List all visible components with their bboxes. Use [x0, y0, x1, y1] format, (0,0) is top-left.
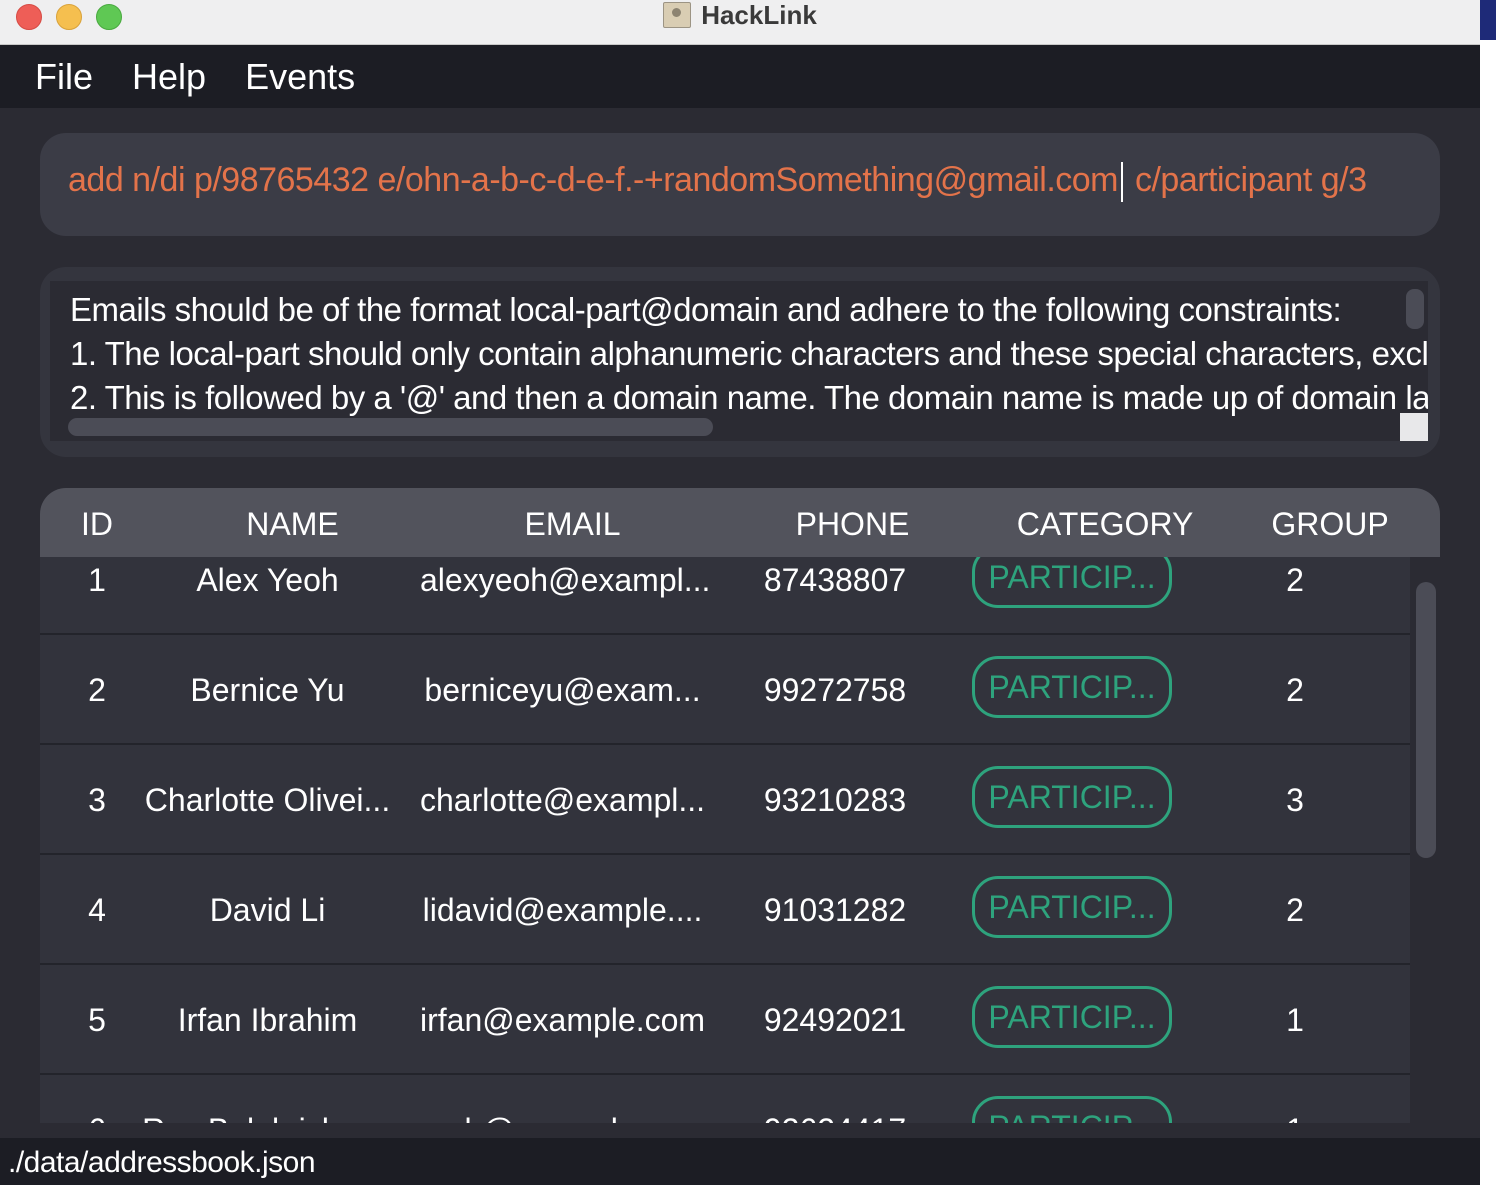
cell-phone: 91031282 [763, 892, 907, 928]
menu-file[interactable]: File [35, 56, 93, 98]
person-table: 1 Alex Yeoh alexyeoh@exampl... 87438807 2 PAR… [40, 488, 1440, 1123]
title-bar: HackLink [0, 0, 1480, 45]
cell-group: 1 [1286, 1002, 1304, 1038]
result-display: Emails should be of the format local-par… [40, 267, 1440, 457]
cell-name: Roy Balakrishnan [140, 1075, 395, 1123]
scroll-corner [1400, 413, 1428, 441]
cell-email: irfan@example.com [420, 1002, 706, 1038]
cell-name: David Li [209, 892, 326, 928]
menu-events[interactable]: Events [245, 56, 355, 98]
title-group: HackLink [0, 0, 1480, 30]
category-badge: PARTICIP... [972, 1096, 1172, 1123]
command-text-after-caret: c/participant g/3 [1126, 161, 1367, 199]
cell-id: 3 [88, 782, 106, 818]
cell-email: royb@example.com [420, 1075, 705, 1123]
menu-help[interactable]: Help [132, 56, 206, 98]
result-line: 1. The local-part should only contain al… [70, 335, 1428, 372]
cell-phone: 99272758 [763, 672, 907, 708]
result-text-area[interactable]: Emails should be of the format local-par… [50, 281, 1428, 441]
cell-id: 5 [88, 1002, 106, 1038]
cell-name: Irfan Ibrahim [177, 1002, 358, 1038]
cell-group: 3 [1286, 782, 1304, 818]
header-group[interactable]: GROUP [1240, 488, 1420, 557]
command-text-before-caret: add n/di p/98765432 e/ohn-a-b-c-d-e-f.-+… [68, 161, 1119, 199]
table-vertical-scrollbar[interactable] [1416, 582, 1436, 858]
table-row[interactable]: 5 Irfan Ibrahim irfan@example.com 92492021 1… [40, 965, 1410, 1075]
cell-email: berniceyu@exam... [424, 672, 701, 708]
cell-name: Bernice Yu [190, 672, 345, 708]
header-name[interactable]: NAME [170, 488, 415, 557]
cell-group: 2 [1286, 892, 1304, 928]
table-body: 1 Alex Yeoh alexyeoh@exampl... 87438807 2 PAR… [40, 525, 1410, 1123]
header-phone[interactable]: PHONE [740, 488, 965, 557]
category-badge: PARTICIP... [972, 986, 1172, 1048]
command-box[interactable]: add n/di p/98765432 e/ohn-a-b-c-d-e-f.-+… [40, 133, 1440, 236]
cell-phone: 92492021 [763, 1002, 907, 1038]
cell-id: 6 [68, 1075, 126, 1123]
vertical-scrollbar[interactable] [1406, 289, 1424, 329]
command-input[interactable]: add n/di p/98765432 e/ohn-a-b-c-d-e-f.-+… [68, 161, 1367, 203]
category-badge: PARTICIP... [972, 766, 1172, 828]
category-badge: PARTICIP... [972, 876, 1172, 938]
status-bar: ./data/addressbook.json [0, 1138, 1480, 1185]
cell-email: charlotte@exampl... [420, 782, 706, 818]
table-row[interactable]: 6 Roy Balakrishnan royb@example.com 9262441… [40, 1075, 1410, 1123]
header-email[interactable]: EMAIL [420, 488, 725, 557]
text-caret [1121, 162, 1124, 203]
header-category[interactable]: CATEGORY [985, 488, 1225, 557]
cell-id: 2 [88, 672, 106, 708]
result-line: Emails should be of the format local-par… [70, 291, 1342, 328]
table-row[interactable]: 3 Charlotte Olivei... charlotte@exampl... 9… [40, 745, 1410, 855]
menu-bar: File Help Events [0, 45, 1480, 108]
horizontal-scrollbar[interactable] [68, 418, 713, 436]
cell-phone: 93210283 [763, 782, 907, 818]
cell-id: 4 [88, 892, 106, 928]
window-title: HackLink [701, 0, 817, 30]
cell-name: Charlotte Olivei... [144, 782, 391, 818]
desktop-edge [1480, 0, 1496, 1185]
cell-phone: 92624417 [740, 1075, 930, 1123]
cell-email: lidavid@example.... [422, 892, 703, 928]
header-id[interactable]: ID [68, 488, 126, 557]
app-icon [663, 2, 692, 28]
table-row[interactable]: 4 David Li lidavid@example.... 91031282 2 PAR… [40, 855, 1410, 965]
cell-group: 2 [1286, 672, 1304, 708]
app-window: HackLink File Help Events add n/di p/987… [0, 0, 1480, 1185]
result-line: 2. This is followed by a '@' and then a … [70, 379, 1428, 416]
category-badge: PARTICIP... [972, 656, 1172, 718]
save-location: ./data/addressbook.json [8, 1146, 316, 1179]
table-header: ID NAME EMAIL PHONE CATEGORY GROUP [40, 488, 1440, 557]
cell-group: 1 [1240, 1075, 1350, 1123]
table-row[interactable]: 2 Bernice Yu berniceyu@exam... 99272758 2 PAR… [40, 635, 1410, 745]
